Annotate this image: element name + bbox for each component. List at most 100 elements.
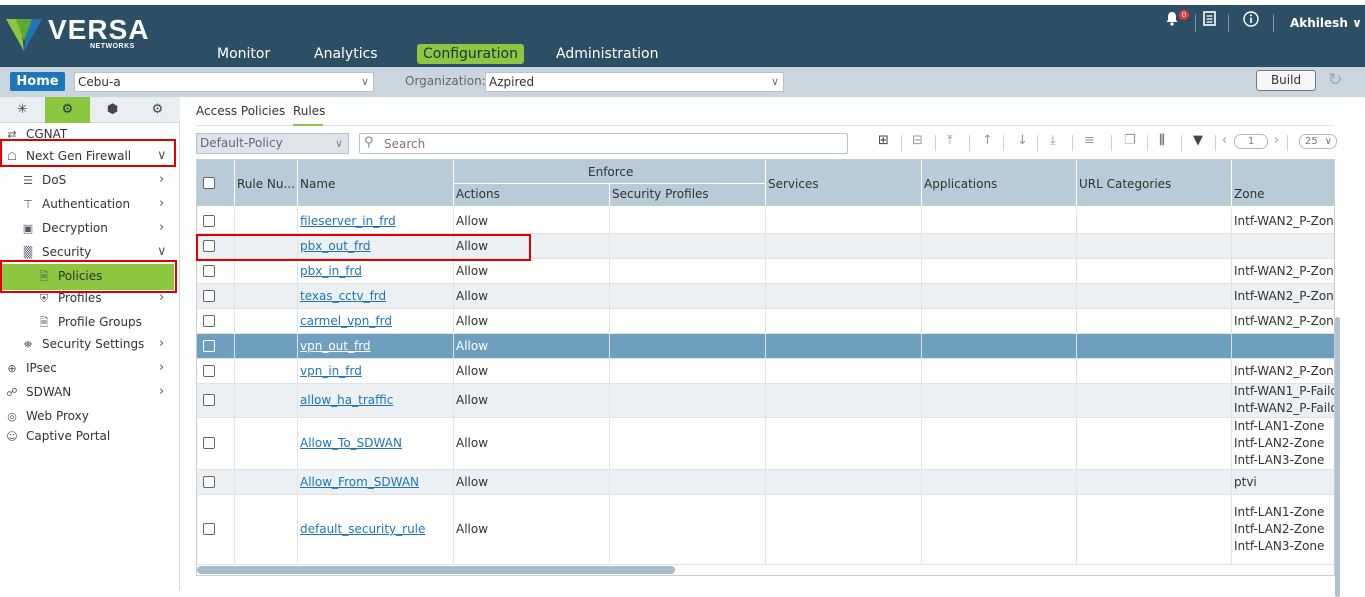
sidebar: ✳ ⚙ ⬢ ⚙ ⇄ CGNAT ☖ Next Gen Firewall ∨ ☰ DoS… [0, 97, 180, 590]
chevron-right-icon[interactable]: › [159, 384, 164, 399]
tab-objects[interactable]: ⬢ [90, 97, 135, 123]
row-checkbox[interactable] [203, 523, 215, 535]
versa-logo[interactable]: VERSA NETWORKS [4, 11, 148, 55]
nav-administration[interactable]: Administration [556, 44, 658, 64]
table-row[interactable]: Allow_To_SDWAN Allow Intf-LAN1-Zone Intf-LA… [197, 418, 1334, 470]
sidebar-item-profile-groups[interactable]: 🗎 Profile Groups [36, 311, 142, 333]
user-menu[interactable]: Akhilesh ∨ [1290, 16, 1362, 30]
bell-icon[interactable] [1165, 11, 1179, 30]
column-divider [1231, 234, 1232, 259]
appliance-select[interactable]: Cebu-a ∨ [74, 72, 374, 92]
row-checkbox[interactable] [203, 215, 215, 227]
nav-monitor[interactable]: Monitor [217, 44, 270, 64]
organization-select[interactable]: Azpired ∨ [485, 72, 784, 92]
row-checkbox[interactable] [203, 315, 215, 327]
column-rule-number[interactable]: Rule Nu... [237, 177, 295, 191]
next-page-icon[interactable]: › [1274, 133, 1279, 148]
home-button[interactable]: Home [10, 72, 65, 91]
sidebar-item-decryption[interactable]: ▣ Decryption [20, 217, 108, 239]
clone-icon[interactable]: ❐ [1124, 133, 1136, 148]
column-zone[interactable]: Zone [1234, 187, 1265, 201]
row-checkbox[interactable] [203, 476, 215, 488]
table-row[interactable]: allow_ha_traffic Allow Intf-WAN1_P-Failov I… [197, 384, 1334, 418]
sidebar-item-ipsec[interactable]: ⊕ IPsec [4, 357, 56, 379]
row-checkbox[interactable] [203, 290, 215, 302]
tab-others[interactable]: ⚙ [135, 97, 180, 123]
move-to-icon[interactable]: ≡ [1084, 133, 1095, 148]
search-box[interactable]: ⚲ [359, 133, 848, 154]
nav-analytics[interactable]: Analytics [314, 44, 378, 64]
horizontal-scrollbar[interactable] [197, 566, 675, 574]
table-row[interactable]: vpn_in_frd Allow Intf-WAN2_P-Zone [197, 359, 1334, 384]
search-input[interactable] [384, 135, 839, 152]
table-row[interactable]: pbx_in_frd Allow Intf-WAN2_P-Zone [197, 259, 1334, 284]
move-bottom-icon[interactable]: ⤓ [1050, 133, 1056, 148]
page-size-select[interactable]: 25 ∨ [1299, 134, 1337, 149]
sidebar-item-web-proxy[interactable]: ◎ Web Proxy [4, 405, 89, 427]
tasks-icon[interactable] [1203, 11, 1216, 30]
sidebar-item-sdwan[interactable]: ☍ SDWAN [4, 381, 71, 403]
row-checkbox[interactable] [203, 340, 215, 352]
sidebar-item-authentication[interactable]: ⊤ Authentication [20, 193, 130, 215]
column-security-profiles[interactable]: Security Profiles [612, 187, 709, 201]
select-all-checkbox[interactable] [203, 177, 215, 189]
table-row[interactable]: Allow_From_SDWAN Allow ptvi [197, 470, 1334, 495]
column-divider [1076, 384, 1077, 418]
move-up-icon[interactable]: ↑ [982, 133, 993, 148]
rule-name-link[interactable]: carmel_vpn_frd [300, 313, 392, 330]
rule-name-link[interactable]: texas_cctv_frd [300, 288, 386, 305]
refresh-icon[interactable]: ↻ [1328, 70, 1342, 90]
filter-icon[interactable]: ▼ [1193, 133, 1203, 148]
table-row[interactable]: texas_cctv_frd Allow Intf-WAN2_P-Zone [197, 284, 1334, 309]
table-row[interactable]: carmel_vpn_frd Allow Intf-WAN2_P-Zone [197, 309, 1334, 334]
chevron-right-icon[interactable]: › [159, 336, 164, 351]
tab-rules[interactable]: Rules [293, 104, 325, 118]
chevron-down-icon[interactable]: ∨ [157, 244, 167, 259]
add-icon[interactable]: ⊞ [878, 133, 889, 148]
row-checkbox[interactable] [203, 437, 215, 449]
column-applications[interactable]: Applications [924, 177, 997, 191]
chevron-right-icon[interactable]: › [159, 360, 164, 375]
chevron-right-icon[interactable]: › [159, 220, 164, 235]
logo-subtext: NETWORKS [90, 43, 135, 50]
rule-name-link[interactable]: fileserver_in_frd [300, 213, 396, 230]
rule-name-link[interactable]: pbx_in_frd [300, 263, 362, 280]
sidebar-item-captive-portal[interactable]: ☺ Captive Portal [4, 425, 110, 447]
build-button[interactable]: Build [1256, 70, 1316, 91]
table-row[interactable]: fileserver_in_frd Allow Intf-WAN2_P-Zone [197, 209, 1334, 234]
column-url-categories[interactable]: URL Categories [1079, 177, 1171, 191]
notification-badge: 0 [1179, 10, 1189, 20]
vertical-scrollbar[interactable] [1335, 317, 1340, 597]
rule-name-link[interactable]: vpn_in_frd [300, 363, 362, 380]
row-checkbox[interactable] [203, 394, 215, 406]
tab-networking[interactable]: ✳ [0, 97, 45, 123]
nav-configuration[interactable]: Configuration [417, 44, 524, 64]
columns-icon[interactable]: ⫼ [1159, 133, 1165, 148]
rule-name-link[interactable]: allow_ha_traffic [300, 392, 393, 409]
column-actions[interactable]: Actions [456, 187, 500, 201]
row-checkbox[interactable] [203, 265, 215, 277]
rule-name-link[interactable]: Allow_From_SDWAN [300, 474, 419, 491]
tab-access-policies[interactable]: Access Policies [196, 104, 285, 118]
chevron-right-icon[interactable]: › [159, 172, 164, 187]
info-icon[interactable] [1243, 11, 1259, 31]
rule-name-link[interactable]: vpn_out_frd [300, 338, 371, 355]
sidebar-item-dos[interactable]: ☰ DoS [20, 169, 66, 191]
chevron-right-icon[interactable]: › [159, 196, 164, 211]
prev-page-icon[interactable]: ‹ [1222, 133, 1227, 148]
policy-document-icon: 🗎 [39, 316, 49, 329]
page-number[interactable]: 1 [1234, 134, 1268, 149]
remove-icon[interactable]: ⊟ [912, 133, 923, 148]
move-down-icon[interactable]: ↓ [1017, 133, 1028, 148]
tab-services[interactable]: ⚙ [45, 97, 90, 123]
row-checkbox[interactable] [203, 365, 215, 377]
table-row[interactable]: default_security_rule Allow Intf-LAN1-Zone… [197, 495, 1334, 565]
rule-name-link[interactable]: default_security_rule [300, 521, 425, 538]
policy-select[interactable]: Default-Policy ∨ [196, 133, 349, 154]
column-services[interactable]: Services [768, 177, 819, 191]
move-top-icon[interactable]: ⤒ [947, 133, 953, 148]
column-name[interactable]: Name [300, 177, 335, 191]
sidebar-item-security-settings[interactable]: ⛯ Security Settings [20, 333, 145, 355]
rule-name-link[interactable]: Allow_To_SDWAN [300, 435, 402, 452]
table-row[interactable]: vpn_out_frd Allow [197, 334, 1334, 359]
